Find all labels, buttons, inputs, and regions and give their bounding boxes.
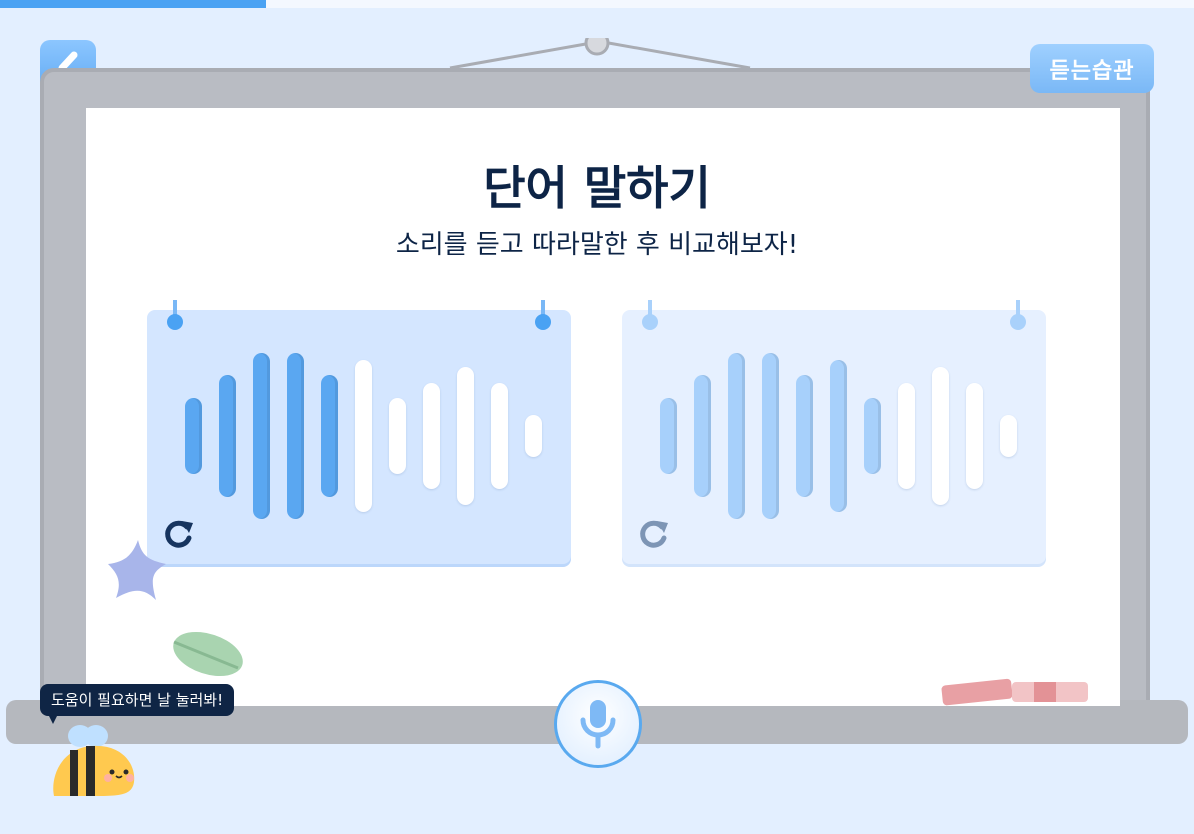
waveform-bar [864,398,881,474]
chalk-decoration [941,678,1088,706]
waveform-bar [966,383,983,489]
waveform-bar [287,353,304,519]
waveform-bar [898,383,915,489]
microphone-button[interactable] [554,680,642,768]
leaf-decoration [173,631,243,677]
logo-text: 듣는습관 [1049,58,1135,84]
progress-track [0,0,1194,8]
card-pin [642,300,658,330]
card-pin [535,300,551,330]
waveform-bar [728,353,745,519]
waveform-bar [321,375,338,497]
waveform-bar [1000,415,1017,457]
page-title: 단어 말하기 [483,161,711,215]
waveform-bar [253,353,270,519]
microphone-icon [580,700,616,749]
progress-fill [0,0,266,8]
card-pin [167,300,183,330]
waveform-bar [355,360,372,512]
waveform-bar [932,367,949,505]
replay-icon[interactable] [638,518,670,550]
waveform-bar [525,415,542,457]
page-subtitle: 소리를 듣고 따라말한 후 비교해보자! [395,230,799,260]
waveform-bar [389,398,406,474]
waveform-bar [219,375,236,497]
waveform-bar [796,375,813,497]
waveform-bar [762,353,779,519]
waveform-bar [457,367,474,505]
star-decoration [108,540,166,600]
board-hanger [449,38,751,70]
app-logo: 듣는습관 [1030,44,1154,93]
waveform-bar [660,398,677,474]
reference-sound-card[interactable] [147,300,571,564]
waveform-bar [694,375,711,497]
card-pin [1010,300,1026,330]
waveform-bar [491,383,508,489]
my-recording-card[interactable] [622,300,1046,564]
help-tooltip: 도움이 필요하면 날 눌러봐! [40,684,235,716]
waveform-bar [423,383,440,489]
waveform-bar [830,360,847,512]
bee-icon[interactable] [48,720,138,800]
waveform-bar [185,398,202,474]
